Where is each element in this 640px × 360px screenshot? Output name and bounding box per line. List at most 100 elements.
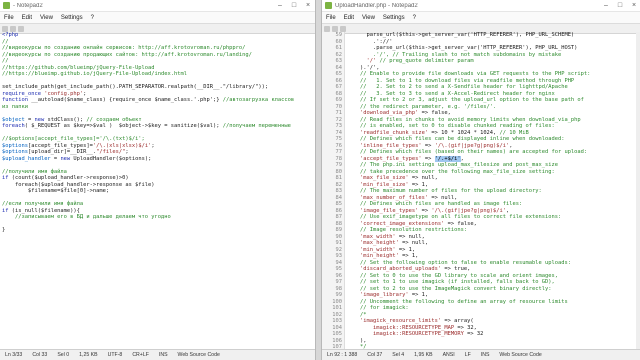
code-token: // [2,38,9,45]
window-title: UploadHandler.php - Notepad2 [335,2,418,9]
code-token: 'max_width' [347,233,396,240]
code-area[interactable]: <?php////видеокурсы по созданию онлайн с… [0,32,315,350]
code-token: function [2,97,32,103]
code-token: => [421,155,435,162]
menu-edit[interactable]: Edit [18,15,36,21]
code-token: => false, [418,110,451,116]
code-token: // take precedence over the following ma… [347,168,555,175]
code-token: // Defines which files can be displayed … [347,136,565,142]
code-token: __autoload($name_class) {require_once $n… [31,97,223,103]
menu-view[interactable]: View [36,15,57,21]
code-token: .'://' [347,38,393,45]
code-token: , [509,142,513,149]
code-token: //получили имя файла [2,168,67,175]
code-token: '/\.(gif|jpe?g|png)$/i' [434,142,510,149]
code-token: $upload_handler [2,155,51,162]
code-token: ; [125,149,129,155]
code-token: 'image_library' [347,292,409,298]
code-token: => 10 * 1024 * 1024, [428,129,500,136]
code-line[interactable]: foreach( $_REQUEST as $key=>$val ) $obje… [2,123,315,130]
code-token: // set to 2 to use the ImageMagick conve… [347,285,552,292]
code-token: imagick::RESOURCETYPE_MEMORY [347,331,464,337]
vertical-scrollbar[interactable] [636,32,640,350]
status-eol: LF [464,352,471,358]
status-sel: Sel 0 [57,352,70,358]
save-icon[interactable] [18,25,24,32]
code-token: 'min_width' [347,246,396,253]
menu-bar: File Edit View Settings ? [0,12,315,24]
code-token: => null, [428,194,458,201]
code-token: 'max_number_of_files' [347,194,429,201]
notepad-icon [3,2,10,9]
code-token: => 32 [463,331,484,337]
code-token: // Defines which files (based on their n… [347,149,588,155]
code-token: => array( [441,318,474,324]
menu-view[interactable]: View [358,15,379,21]
code-token: '/' [347,58,377,64]
code-editor[interactable]: <?php////видеокурсы по созданию онлайн с… [0,32,315,350]
close-icon[interactable]: × [627,2,640,9]
code-token: new [60,155,74,162]
status-size: 1,25 KB [79,352,98,358]
new-file-icon[interactable] [2,25,8,32]
code-editor[interactable]: 59 60 61 62 63 64 65 66 67 68 69 70 71 72 73 74 75 76 77 78… [322,32,640,350]
code-token: ; [151,142,155,149]
status-size: 1,95 KB [414,352,433,358]
minimize-icon[interactable]: – [273,2,287,9]
maximize-icon[interactable]: □ [613,2,627,9]
code-token: if [2,207,12,214]
code-token: ).'/', [347,64,380,71]
status-bar: Ln 3/33 Col 33 Sel 0 1,25 KB UTF-8 CR+LF… [0,349,315,360]
code-token: $options [2,149,28,155]
menu-settings[interactable]: Settings [379,15,409,21]
code-token: set_include_path(get_include_path().PATH… [2,84,269,90]
code-token: // 3. Set to 3 to send a X-Accel-Redirec… [347,90,555,97]
code-token: => null, [408,175,438,181]
close-icon[interactable]: × [301,2,315,9]
menu-settings[interactable]: Settings [57,15,87,21]
code-line[interactable]: } [2,227,315,234]
notepad-icon [325,2,332,9]
code-token: => [418,207,432,214]
code-token: /* [347,311,367,318]
code-token: // 1. Set to 1 to download files via rea… [347,77,575,84]
code-token: <?php [2,32,19,38]
code-token: = [24,116,35,123]
code-token: new [34,116,48,123]
code-token: [upload_dir]=__DIR__. [27,149,97,155]
code-token: 'max_height' [347,240,399,246]
code-token: foreach($upload_handler->response as $fi… [2,181,155,188]
code-token: => 1, [398,253,419,259]
menu-file[interactable]: File [0,15,18,21]
code-token: // Image resolution restrictions: [347,227,468,233]
menu-file[interactable]: File [322,15,340,21]
code-token: из папки [2,103,28,110]
code-token: // 10 MiB [499,129,529,136]
save-icon[interactable] [340,25,346,32]
minimize-icon[interactable]: – [599,2,613,9]
menu-help[interactable]: ? [409,15,420,21]
code-token: 'discard_aborted_uploads' [347,266,442,272]
code-line[interactable]: function __autoload($name_class) {requir… [2,97,315,104]
code-token: 'min_height' [347,253,399,259]
code-token: => false, [444,220,477,227]
menu-bar: File Edit View Settings ? [322,12,640,24]
code-token: 'accept_file_types' [347,155,422,162]
status-col: Col 33 [32,352,48,358]
new-file-icon[interactable] [324,25,330,32]
open-file-icon[interactable] [332,25,338,32]
code-token: 'correct_image_extensions' [347,220,445,227]
status-syntax: Web Source Code [499,352,542,358]
code-token: 'min_file_size' [347,181,409,188]
code-token: //$options[accept_file_types]='/\.(txt)$… [2,136,145,142]
menu-edit[interactable]: Edit [340,15,358,21]
code-area[interactable]: parse_url($this->get_server_var('HTTP_RE… [345,32,640,350]
open-file-icon[interactable] [10,25,16,32]
code-token: (is_null($filename)){ [11,207,80,214]
code-token: // the redirect parameter, e.g. '/files/… [347,103,497,110]
maximize-icon[interactable]: □ [287,2,301,9]
code-token: '/\.(xls|xlsx)$/i' [92,142,152,149]
status-mode: INS [480,352,490,358]
menu-help[interactable]: ? [87,15,98,21]
code-token: imagick::RESOURCETYPE_MAP [347,324,455,331]
